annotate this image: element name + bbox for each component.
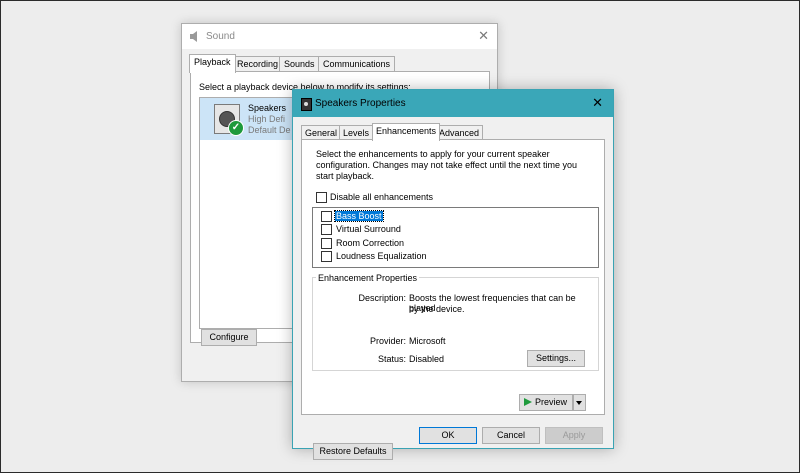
settings-button[interactable]: Settings... [527, 350, 585, 367]
bass-boost-checkbox[interactable] [321, 211, 332, 222]
device-status: Default De [248, 125, 291, 135]
enhancements-panel: Select the enhancements to apply for you… [301, 139, 605, 460]
disable-all-label[interactable]: Disable all enhancements [330, 192, 433, 202]
tab-recording[interactable]: Recording [232, 56, 284, 72]
tab-enhancements[interactable]: Enhancements [372, 123, 441, 141]
status-label: Status: [377, 354, 406, 364]
speaker-small-icon [301, 98, 312, 111]
provider-label: Provider: [369, 336, 406, 346]
enhancement-item-loudness-equalization[interactable]: Loudness Equalization [336, 251, 427, 261]
restore-defaults-button[interactable]: Restore Defaults [313, 443, 393, 460]
sound-app-icon [190, 31, 197, 42]
tab-general[interactable]: General [301, 125, 342, 140]
preview-button[interactable]: Preview [519, 394, 573, 411]
enhancement-item-virtual-surround[interactable]: Virtual Surround [336, 224, 401, 234]
ok-button[interactable]: OK [419, 427, 477, 444]
tab-levels[interactable]: Levels [339, 125, 374, 140]
configure-button[interactable]: Configure [201, 329, 257, 346]
loudness-equalization-checkbox[interactable] [321, 251, 332, 262]
close-icon[interactable]: ✕ [478, 29, 489, 42]
tab-advanced[interactable]: Advanced [435, 125, 484, 140]
provider-value: Microsoft [409, 336, 446, 346]
props-titlebar[interactable]: Speakers Properties ✕ [293, 90, 613, 117]
enhancement-item-bass-boost[interactable]: Bass Boost [334, 210, 384, 222]
device-description: High Defi [248, 114, 286, 124]
props-window-title: Speakers Properties [315, 98, 406, 109]
enhancements-description: Select the enhancements to apply for you… [316, 149, 577, 181]
preview-label: Preview [535, 397, 568, 407]
preview-dropdown-button[interactable] [573, 394, 586, 411]
enhancement-item-room-correction[interactable]: Room Correction [336, 238, 404, 248]
device-name: Speakers [248, 103, 287, 113]
sound-titlebar[interactable]: Sound ✕ [182, 24, 497, 49]
status-value: Disabled [409, 354, 445, 364]
virtual-surround-checkbox[interactable] [321, 224, 332, 235]
enhancements-list[interactable]: Bass Boost Virtual Surround Room Correct… [312, 207, 599, 268]
description-value-cont: by the device. [409, 304, 465, 314]
close-icon[interactable]: ✕ [592, 96, 603, 109]
sound-window-title: Sound [206, 31, 235, 42]
room-correction-checkbox[interactable] [321, 238, 332, 249]
default-check-icon: ✓ [228, 120, 244, 136]
play-icon [524, 398, 532, 406]
disable-all-checkbox[interactable] [316, 192, 327, 203]
speakers-properties-window: Speakers Properties ✕ General Levels Enh… [292, 89, 614, 460]
tab-sounds[interactable]: Sounds [279, 56, 320, 72]
apply-button[interactable]: Apply [545, 427, 603, 444]
tab-communications[interactable]: Communications [318, 56, 396, 72]
tab-playback[interactable]: Playback [189, 54, 236, 73]
cancel-button[interactable]: Cancel [482, 427, 540, 444]
description-label: Description: [358, 293, 406, 303]
enhancement-properties-title: Enhancement Properties [316, 273, 420, 283]
